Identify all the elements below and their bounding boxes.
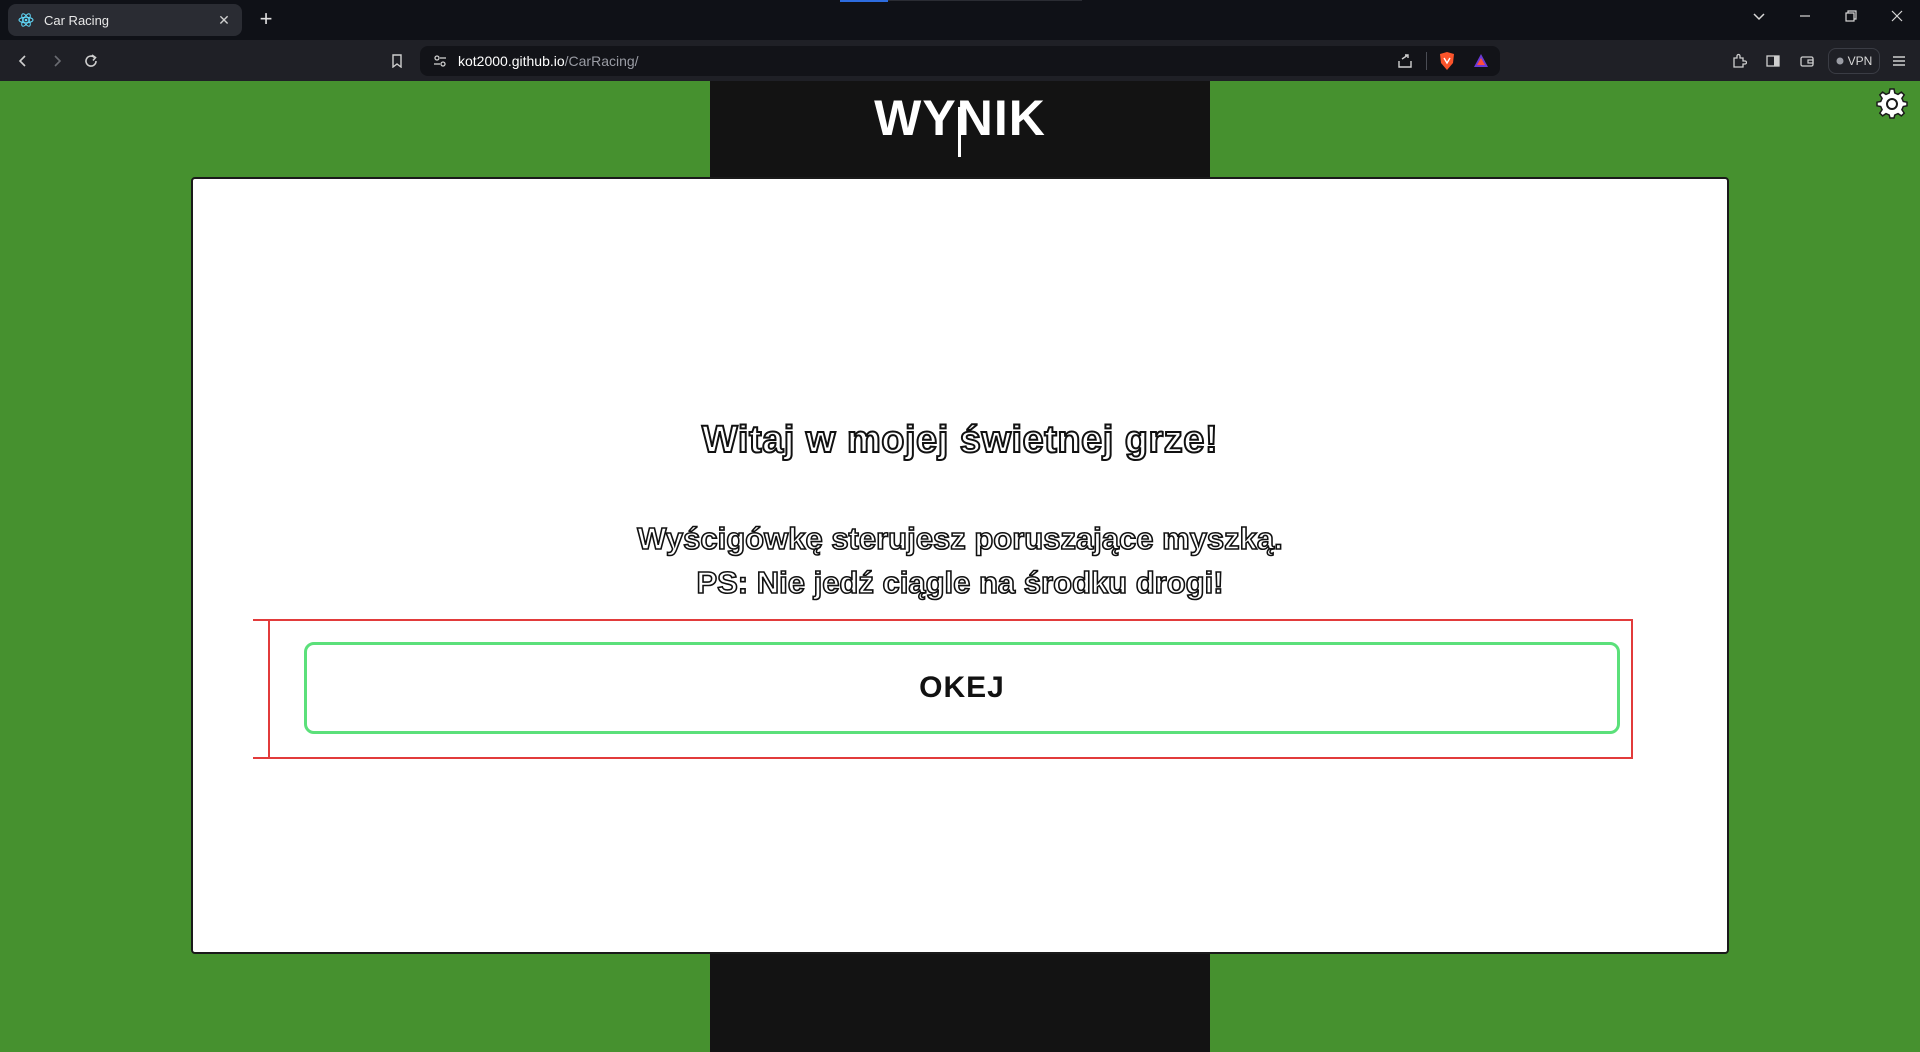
vpn-status-icon [1836, 54, 1844, 68]
brave-shield-icon[interactable] [1438, 51, 1456, 76]
tab-strip-divider [888, 0, 1082, 1]
restore-icon[interactable] [1828, 0, 1874, 32]
text-caret [958, 107, 961, 157]
instruction-line-2: PS: Nie jedź ciągle na środku drogi! [696, 564, 1225, 601]
browser-tab[interactable]: Car Racing ✕ [8, 4, 242, 36]
vpn-button[interactable]: VPN [1828, 48, 1880, 74]
brave-rewards-icon[interactable] [1472, 52, 1490, 75]
tab-search-chevron-icon[interactable] [1736, 0, 1782, 32]
ok-button[interactable]: OKEJ [304, 642, 1620, 734]
menu-icon[interactable] [1886, 48, 1912, 74]
bookmark-icon[interactable] [384, 48, 410, 74]
modal-heading: Witaj w mojej świetnej grze! [701, 418, 1219, 462]
close-window-icon[interactable] [1874, 0, 1920, 32]
url-text[interactable]: kot2000.github.io/CarRacing/ [458, 53, 639, 69]
sidebar-icon[interactable] [1760, 48, 1786, 74]
address-bar[interactable]: kot2000.github.io/CarRacing/ [420, 46, 1500, 76]
wallet-icon[interactable] [1794, 48, 1820, 74]
vpn-label: VPN [1847, 54, 1873, 68]
forward-icon[interactable] [44, 48, 70, 74]
reload-icon[interactable] [78, 48, 104, 74]
debug-outline-tick [268, 619, 270, 757]
share-icon[interactable] [1396, 52, 1414, 75]
tab-bar: Car Racing ✕ + [0, 0, 1920, 40]
url-path: /CarRacing/ [564, 53, 639, 69]
settings-gear-icon[interactable] [1876, 87, 1908, 119]
url-domain: kot2000.github.io [458, 53, 565, 69]
instruction-line-1: Wyścigówkę sterujesz poruszające myszką. [636, 520, 1283, 557]
url-divider [1426, 52, 1427, 70]
tab-title: Car Racing [44, 12, 110, 28]
back-icon[interactable] [10, 48, 36, 74]
tab-close-icon[interactable]: ✕ [216, 12, 232, 28]
tab-strip-indicator [840, 0, 888, 2]
site-settings-icon[interactable] [432, 53, 448, 74]
react-icon [18, 12, 34, 28]
new-tab-button[interactable]: + [254, 8, 278, 32]
minimize-icon[interactable] [1782, 0, 1828, 32]
game-page: WYNIK Witaj w mojej świetnej grze! Wyści… [0, 81, 1920, 1052]
extensions-icon[interactable] [1726, 48, 1752, 74]
welcome-modal: Witaj w mojej świetnej grze! Wyścigówkę … [191, 177, 1729, 954]
